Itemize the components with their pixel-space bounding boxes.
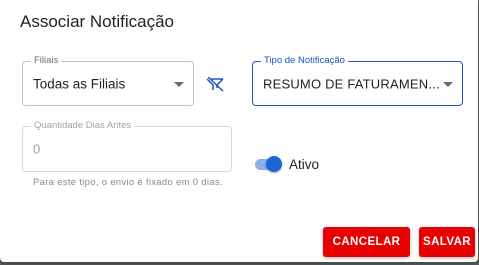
tipo-notificacao-select[interactable]: Tipo de Notificação RESUMO DE FATURAMEN.… xyxy=(252,55,463,106)
cancel-button[interactable]: CANCELAR xyxy=(323,227,410,257)
save-button[interactable]: SALVAR xyxy=(419,227,475,257)
filter-off-icon[interactable] xyxy=(205,76,225,92)
quantidade-dias-antes-input[interactable]: 0 xyxy=(33,142,40,157)
associar-notificacao-dialog: Associar Notificação Filiais Todas as Fi… xyxy=(0,0,478,262)
tipo-notificacao-value: RESUMO DE FATURAMEN... xyxy=(263,76,440,91)
ativo-label: Ativo xyxy=(289,157,320,172)
toggle-thumb xyxy=(266,156,282,172)
quantidade-dias-antes-label: Quantidade Dias Antes xyxy=(31,120,135,132)
filiais-select[interactable]: Filiais Todas as Filiais xyxy=(22,55,194,106)
quantidade-dias-antes-field[interactable]: Quantidade Dias Antes 0 xyxy=(22,120,232,172)
dialog-title: Associar Notificação xyxy=(20,12,175,31)
filiais-label: Filiais xyxy=(31,55,62,67)
quantidade-helper-text: Para este tipo, o envio é fixado em 0 di… xyxy=(33,177,223,188)
chevron-down-icon xyxy=(174,81,184,87)
filiais-value: Todas as Filiais xyxy=(33,76,126,91)
ativo-toggle[interactable] xyxy=(253,155,283,173)
chevron-down-icon xyxy=(443,81,453,87)
tipo-notificacao-label: Tipo de Notificação xyxy=(261,55,348,67)
